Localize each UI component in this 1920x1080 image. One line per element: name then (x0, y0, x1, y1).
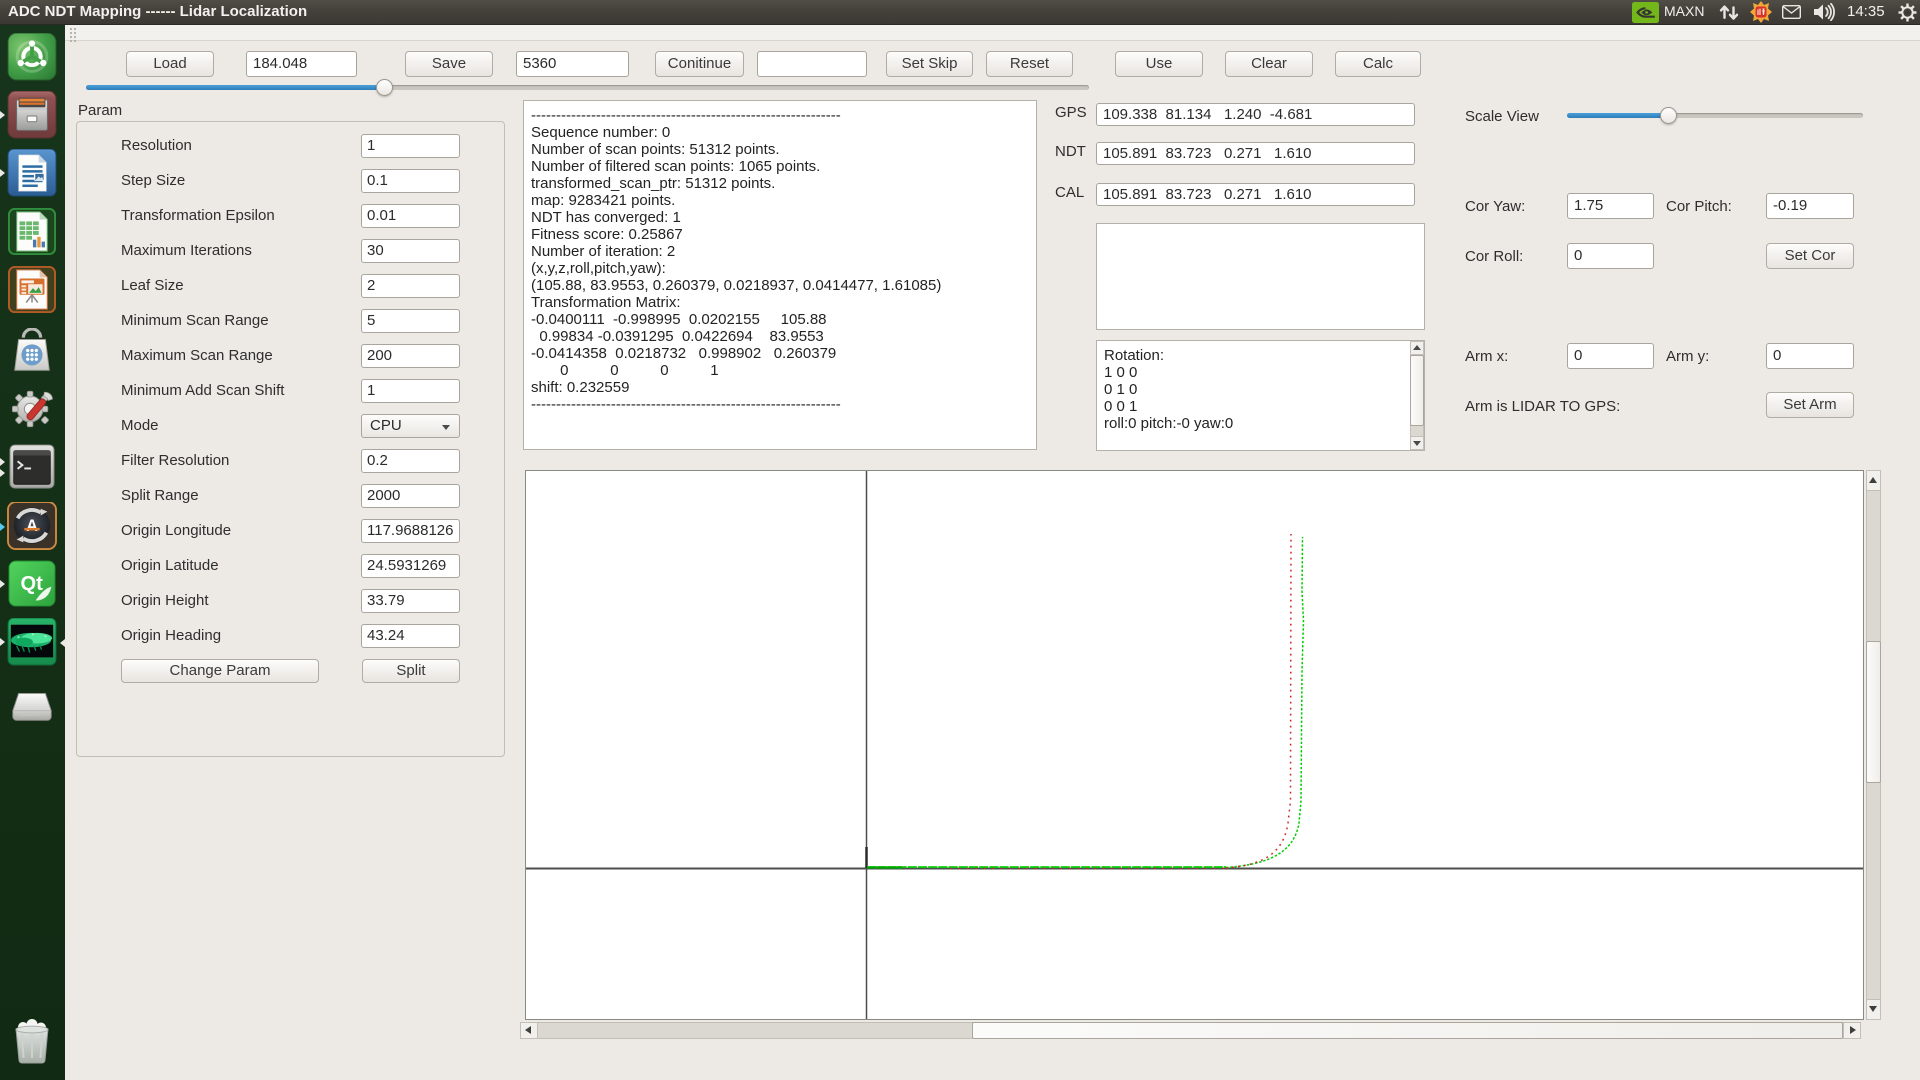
svg-text:A: A (26, 517, 38, 535)
svg-text:Qt: Qt (20, 573, 43, 595)
